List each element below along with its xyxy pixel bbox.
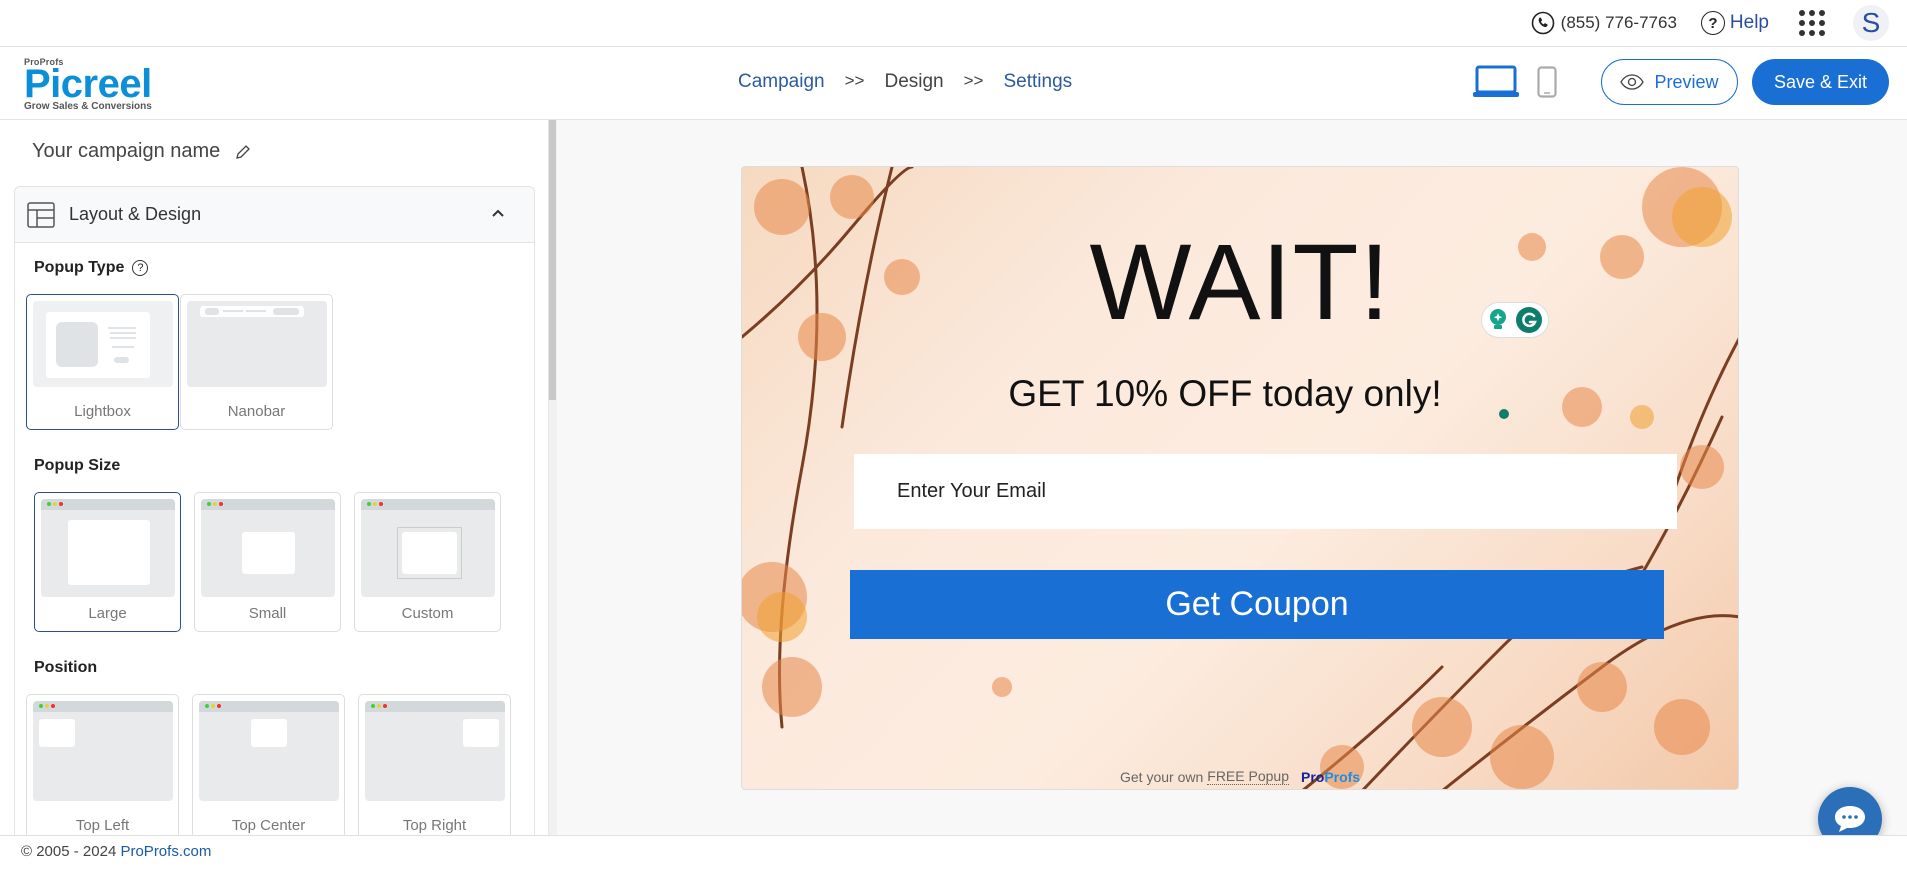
- popup-size-label: Large: [88, 605, 127, 622]
- popup-type-lightbox[interactable]: Lightbox: [26, 294, 179, 430]
- panel-title: Layout & Design: [69, 204, 202, 224]
- position-label: Top Center: [231, 817, 306, 834]
- phone-icon: [1531, 11, 1554, 35]
- position-top-center[interactable]: Top Center: [192, 694, 345, 835]
- powered-text: Get your own: [1120, 768, 1204, 785]
- help-link[interactable]: ? Help: [1700, 11, 1769, 35]
- position-label: Top Right: [402, 817, 467, 834]
- lightbulb-icon: [1490, 309, 1506, 329]
- popup-preview[interactable]: WAIT! GET 10% OFF today only! Get Coupon…: [741, 166, 1739, 790]
- design-sidebar: Your campaign name Layout & Design Popup…: [0, 120, 548, 835]
- campaign-name[interactable]: Your campaign name: [32, 140, 252, 163]
- pencil-icon[interactable]: [234, 143, 252, 161]
- popup-size-label: Custom: [401, 605, 454, 622]
- powered-by: Get your own FREE Popup ProProfs: [1120, 768, 1360, 785]
- layout-icon: [27, 201, 55, 228]
- help-icon[interactable]: ?: [132, 260, 149, 276]
- avatar[interactable]: S: [1853, 5, 1889, 41]
- grammarly-icon: [1516, 307, 1542, 333]
- picreel-logo[interactable]: ProProfs Picreel Grow Sales & Conversion…: [24, 57, 152, 112]
- preview-label: Preview: [1654, 71, 1719, 92]
- step-settings[interactable]: Settings: [1003, 71, 1072, 93]
- step-separator: >>: [844, 71, 865, 90]
- step-separator: >>: [963, 71, 984, 90]
- position-title: Position: [34, 659, 98, 676]
- step-design[interactable]: Design: [884, 71, 943, 93]
- page-footer: © 2005 - 2024 ProProfs.com: [0, 835, 1907, 880]
- popup-size-label: Small: [248, 605, 287, 622]
- proprofs-link[interactable]: ProProfs.com: [120, 843, 211, 860]
- desktop-view-button[interactable]: [1473, 65, 1519, 99]
- preview-button[interactable]: Preview: [1601, 59, 1738, 105]
- sidebar-scroll-thumb[interactable]: [549, 120, 556, 400]
- proprofs-logo-pro: Pro: [1300, 768, 1325, 785]
- free-popup-link[interactable]: FREE Popup: [1207, 768, 1289, 785]
- app-header: ProProfs Picreel Grow Sales & Conversion…: [0, 47, 1907, 120]
- popup-size-small[interactable]: Small: [194, 492, 341, 632]
- mobile-view-button[interactable]: [1537, 66, 1557, 98]
- wizard-steps: Campaign >> Design >> Settings: [738, 71, 1072, 93]
- popup-type-nanobar[interactable]: Nanobar: [180, 294, 333, 430]
- position-top-right[interactable]: Top Right: [358, 694, 511, 835]
- popup-subheadline[interactable]: GET 10% OFF today only!: [742, 373, 1738, 415]
- phone-number: (855) 776-7763: [1560, 13, 1677, 32]
- popup-type-title: Popup Type ?: [34, 259, 149, 277]
- layout-design-header[interactable]: Layout & Design: [15, 187, 534, 243]
- chevron-up-icon[interactable]: [490, 205, 506, 221]
- phone-contact[interactable]: (855) 776-7763: [1531, 11, 1677, 35]
- popup-size-title: Popup Size: [34, 457, 121, 474]
- position-top-left[interactable]: Top Left: [26, 694, 179, 835]
- save-exit-button[interactable]: Save & Exit: [1752, 59, 1889, 105]
- eye-icon: [1620, 74, 1645, 90]
- laptop-icon: [1473, 65, 1519, 97]
- popup-size-large[interactable]: Large: [34, 492, 181, 632]
- popup-type-label: Nanobar: [227, 403, 286, 420]
- position-label: Top Left: [75, 817, 130, 834]
- copyright-text: © 2005 - 2024: [21, 843, 117, 860]
- email-input[interactable]: [854, 454, 1677, 529]
- help-label: Help: [1729, 12, 1769, 33]
- top-bar: (855) 776-7763 ? Help S: [0, 0, 1907, 47]
- chat-bubble-icon: [1835, 806, 1865, 832]
- grammarly-widget[interactable]: [1481, 302, 1549, 338]
- proprofs-logo[interactable]: ProProfs: [1301, 769, 1360, 785]
- campaign-name-text: Your campaign name: [32, 140, 221, 162]
- logo-tagline: Grow Sales & Conversions: [24, 101, 152, 112]
- logo-name: Picreel: [24, 62, 152, 106]
- popup-size-custom[interactable]: Custom: [354, 492, 501, 632]
- popup-type-label: Popup Type: [34, 259, 125, 276]
- status-dot: [1499, 409, 1509, 419]
- popup-type-label: Lightbox: [74, 403, 131, 420]
- layout-design-panel: Layout & Design Popup Type ? Lightbox Na…: [14, 186, 535, 835]
- proprofs-logo-profs: Profs: [1324, 768, 1361, 785]
- step-campaign[interactable]: Campaign: [738, 71, 825, 93]
- help-icon: ?: [1700, 11, 1725, 35]
- apps-grid-icon[interactable]: [1799, 10, 1825, 36]
- popup-headline[interactable]: WAIT!: [742, 219, 1738, 344]
- phone-device-icon: [1537, 66, 1557, 98]
- get-coupon-button[interactable]: Get Coupon: [850, 570, 1664, 639]
